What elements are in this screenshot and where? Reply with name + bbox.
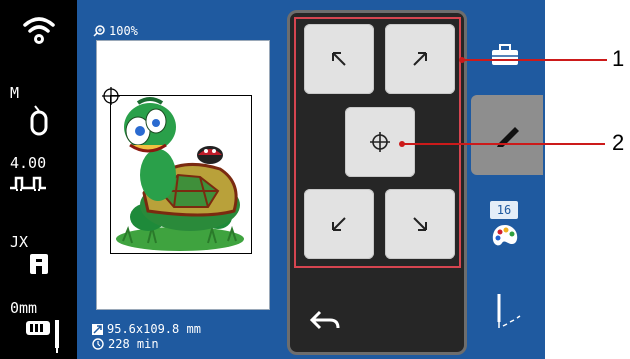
arrow-down-left-icon xyxy=(332,217,346,231)
stitch-needle-icon[interactable] xyxy=(493,292,523,332)
color-count-badge: 16 xyxy=(490,201,518,219)
clock-icon xyxy=(92,338,104,350)
design-size-info: 95.6x109.8 mm xyxy=(92,322,201,336)
stitch-value: 4.00 xyxy=(10,154,47,172)
callout-dot-1 xyxy=(459,57,465,63)
callout-line-2 xyxy=(401,143,605,145)
callout-number-2: 2 xyxy=(612,130,625,155)
zoom-indicator: 100% xyxy=(93,24,138,38)
arrow-up-left-icon xyxy=(332,52,346,66)
needle-position-label: 0mm xyxy=(10,299,38,317)
toolbox-icon[interactable] xyxy=(490,43,520,67)
presser-foot-label: M xyxy=(10,84,20,102)
color-palette-icon[interactable] xyxy=(490,222,520,250)
zoom-icon xyxy=(93,25,105,37)
move-up-right-button[interactable] xyxy=(385,24,455,94)
zoom-label: 100% xyxy=(109,24,138,38)
design-time-info: 228 min xyxy=(92,337,159,351)
move-down-left-button[interactable] xyxy=(304,189,374,259)
callout-line-1 xyxy=(461,59,607,61)
edit-tab[interactable] xyxy=(471,95,543,175)
callout-number-1: 1 xyxy=(612,46,625,71)
callout-dot-2 xyxy=(399,141,405,147)
presser-foot-icon xyxy=(30,105,48,136)
resize-icon xyxy=(92,323,103,335)
left-status-bar: M 4.00 JX 0mm xyxy=(0,0,77,359)
foot-type-label: JX xyxy=(10,233,29,251)
back-button[interactable] xyxy=(305,305,345,335)
back-arrow-icon xyxy=(309,310,340,330)
center-crosshair-icon xyxy=(370,132,390,152)
wifi-icon xyxy=(23,17,55,44)
stitch-pattern-icon xyxy=(10,176,46,191)
turtle-embroidery-design xyxy=(116,97,244,251)
design-size-value: 95.6x109.8 mm xyxy=(107,322,201,336)
move-up-left-button[interactable] xyxy=(304,24,374,94)
move-down-right-button[interactable] xyxy=(385,189,455,259)
needle-plate-icon xyxy=(26,320,59,353)
arrow-up-right-icon xyxy=(413,52,427,66)
embroidery-foot-icon xyxy=(30,254,48,274)
arrow-down-right-icon xyxy=(413,217,427,231)
design-time-value: 228 min xyxy=(108,337,159,351)
